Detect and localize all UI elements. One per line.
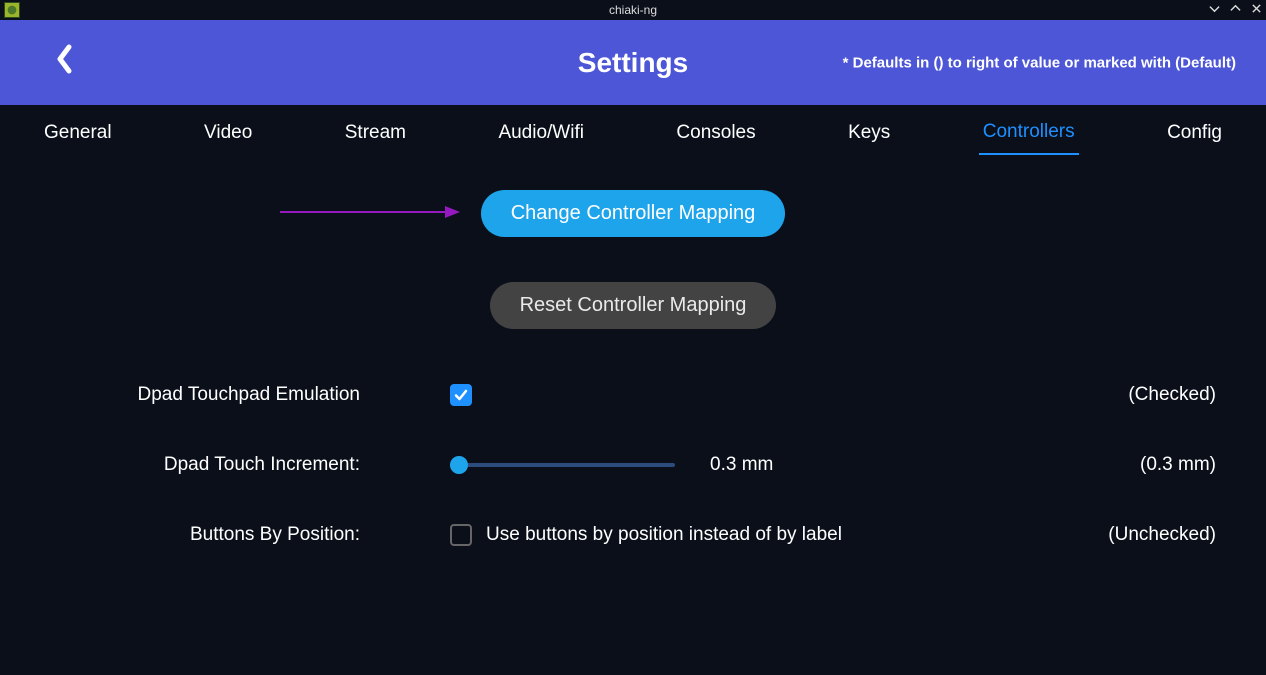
setting-default: (Checked) <box>1016 384 1236 406</box>
setting-default: (0.3 mm) <box>1016 454 1236 476</box>
minimize-icon[interactable] <box>1209 3 1220 17</box>
tab-controllers[interactable]: Controllers <box>979 111 1079 155</box>
tab-consoles[interactable]: Consoles <box>672 112 759 154</box>
slider-value: 0.3 mm <box>710 454 773 476</box>
controller-settings: Dpad Touchpad Emulation (Checked) Dpad T… <box>0 384 1266 546</box>
window-controls <box>1209 0 1262 20</box>
dpad-touchpad-checkbox[interactable] <box>450 384 472 406</box>
tab-audiowifi[interactable]: Audio/Wifi <box>494 112 588 154</box>
app-window: chiaki-ng Settings * Defaults in () to r… <box>0 0 1266 675</box>
setting-label: Buttons By Position: <box>30 524 450 546</box>
buttons-by-position-checkbox[interactable] <box>450 524 472 546</box>
dpad-increment-slider[interactable] <box>450 463 675 467</box>
annotation-arrow <box>280 202 460 222</box>
tab-config[interactable]: Config <box>1163 112 1226 154</box>
check-icon <box>453 387 469 403</box>
tab-stream[interactable]: Stream <box>341 112 410 154</box>
mapping-buttons: Change Controller Mapping Reset Controll… <box>0 190 1266 329</box>
reset-controller-mapping-button[interactable]: Reset Controller Mapping <box>490 282 777 329</box>
defaults-note: * Defaults in () to right of value or ma… <box>843 54 1236 71</box>
setting-label: Dpad Touchpad Emulation <box>30 384 450 406</box>
app-icon <box>4 2 20 18</box>
maximize-icon[interactable] <box>1230 3 1241 17</box>
setting-dpad-touchpad-emulation: Dpad Touchpad Emulation (Checked) <box>0 384 1266 406</box>
controllers-panel: Change Controller Mapping Reset Controll… <box>0 160 1266 675</box>
slider-thumb[interactable] <box>450 456 468 474</box>
back-button[interactable] <box>55 44 73 82</box>
settings-tabs: General Video Stream Audio/Wifi Consoles… <box>0 105 1266 160</box>
setting-default: (Unchecked) <box>1016 524 1236 546</box>
setting-buttons-by-position: Buttons By Position: Use buttons by posi… <box>0 524 1266 546</box>
titlebar: chiaki-ng <box>0 0 1266 20</box>
setting-label: Dpad Touch Increment: <box>30 454 450 476</box>
settings-header: Settings * Defaults in () to right of va… <box>0 20 1266 105</box>
tab-general[interactable]: General <box>40 112 116 154</box>
window-title: chiaki-ng <box>0 3 1266 17</box>
tab-keys[interactable]: Keys <box>844 112 894 154</box>
close-icon[interactable] <box>1251 3 1262 17</box>
tab-video[interactable]: Video <box>200 112 256 154</box>
change-controller-mapping-button[interactable]: Change Controller Mapping <box>481 190 786 237</box>
setting-dpad-touch-increment: Dpad Touch Increment: 0.3 mm (0.3 mm) <box>0 454 1266 476</box>
checkbox-label: Use buttons by position instead of by la… <box>486 524 842 546</box>
